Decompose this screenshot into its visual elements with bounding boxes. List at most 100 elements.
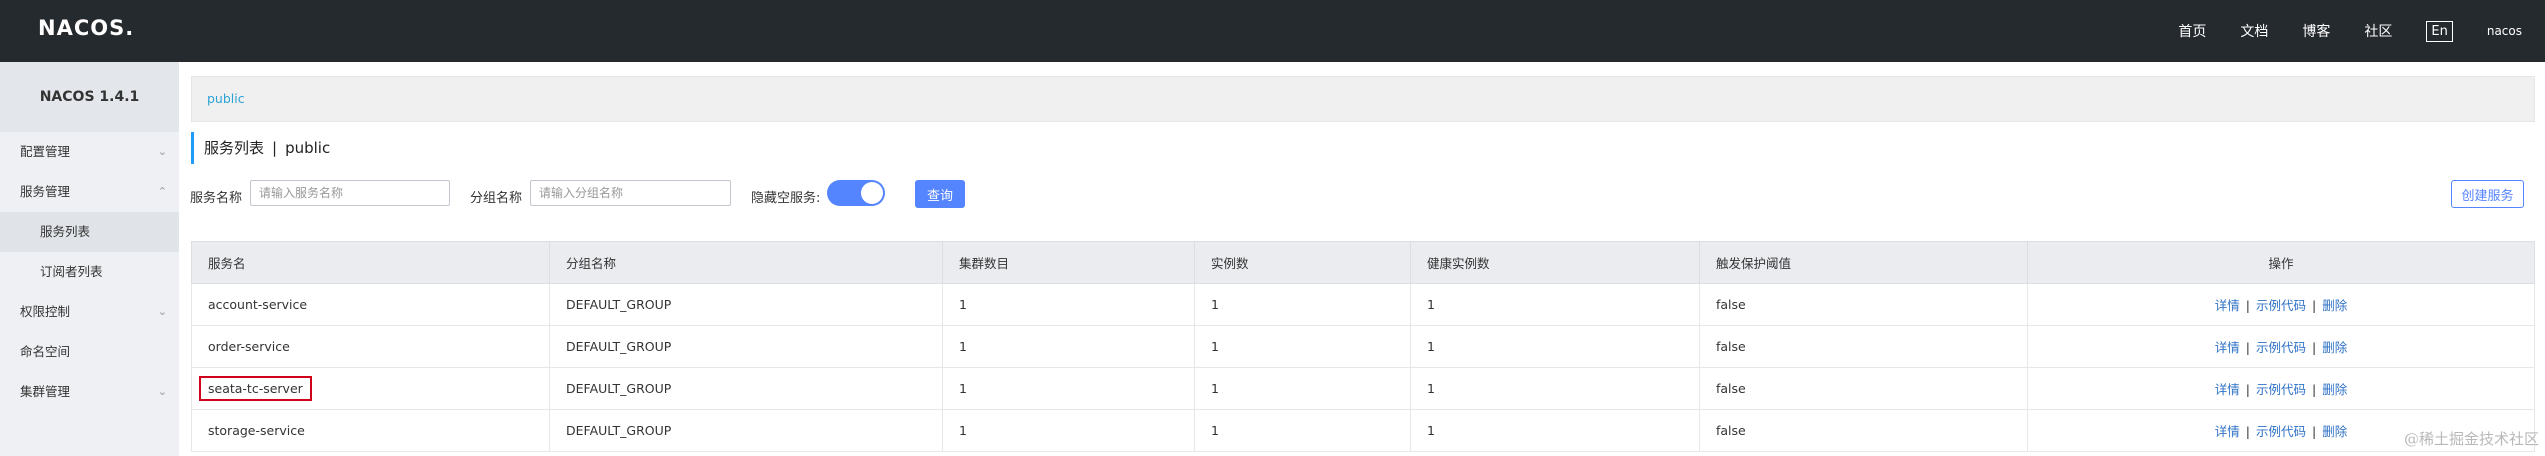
- op-separator: |: [2312, 340, 2317, 355]
- cell-operations: 详情 | 示例代码 | 删除: [2027, 325, 2535, 368]
- cell-protect-threshold: false: [1699, 325, 2028, 368]
- cell-protect-threshold: false: [1699, 409, 2028, 452]
- hide-empty-label: 隐藏空服务:: [751, 191, 821, 206]
- page-title-text: 服务列表: [204, 139, 265, 157]
- col-operations: 操作: [2027, 241, 2535, 284]
- cell-instance-count: 1: [1194, 325, 1411, 368]
- cell-instance-count: 1: [1194, 367, 1411, 410]
- service-table: 服务名 分组名称 集群数目 实例数 健康实例数 触发保护阈值 操作 accoun…: [191, 241, 2535, 452]
- cell-healthy-count: 1: [1410, 367, 1700, 410]
- sample-code-link[interactable]: 示例代码: [2256, 340, 2306, 355]
- cell-cluster-count: 1: [942, 283, 1195, 326]
- detail-link[interactable]: 详情: [2215, 298, 2240, 313]
- top-nav: 首页 文档 博客 社区 En nacos: [2178, 0, 2545, 62]
- sidebar-item-label: 集群管理: [20, 384, 71, 399]
- chevron-down-icon: ⌄: [157, 145, 167, 158]
- page-title-namespace: public: [285, 139, 331, 157]
- col-protect-threshold: 触发保护阈值: [1699, 241, 2028, 284]
- hide-empty-toggle[interactable]: [827, 180, 885, 206]
- cell-cluster-count: 1: [942, 367, 1195, 410]
- op-separator: |: [2312, 382, 2317, 397]
- cell-service-name: account-service: [191, 283, 550, 326]
- cell-group-name: DEFAULT_GROUP: [549, 409, 943, 452]
- chevron-down-icon: ⌄: [157, 385, 167, 398]
- create-service-button[interactable]: 创建服务: [2451, 180, 2524, 208]
- sidebar-item-service[interactable]: 服务管理 ⌃: [0, 172, 179, 212]
- nav-home[interactable]: 首页: [2178, 21, 2206, 41]
- op-separator: |: [2245, 298, 2250, 313]
- cell-cluster-count: 1: [942, 409, 1195, 452]
- group-name-input[interactable]: [530, 180, 731, 206]
- table-row: storage-service DEFAULT_GROUP 1 1 1 fals…: [191, 409, 2535, 452]
- op-separator: |: [2312, 298, 2317, 313]
- filter-bar: 服务名称 分组名称 隐藏空服务: 查询 创建服务: [190, 180, 2534, 210]
- sidebar-item-cluster[interactable]: 集群管理 ⌄: [0, 372, 179, 412]
- cell-service-name: storage-service: [191, 409, 550, 452]
- watermark: @稀土掘金技术社区: [2403, 430, 2539, 448]
- sidebar-version: NACOS 1.4.1: [0, 62, 179, 132]
- op-separator: |: [2312, 424, 2317, 439]
- delete-link[interactable]: 删除: [2322, 340, 2347, 355]
- cell-operations: 详情 | 示例代码 | 删除: [2027, 283, 2535, 326]
- top-header: NACOS. 首页 文档 博客 社区 En nacos: [0, 0, 2545, 62]
- sidebar-item-subscriber-list[interactable]: 订阅者列表: [0, 252, 179, 292]
- col-group-name: 分组名称: [549, 241, 943, 284]
- col-healthy-count: 健康实例数: [1410, 241, 1700, 284]
- op-separator: |: [2245, 340, 2250, 355]
- chevron-up-icon: ⌃: [157, 185, 167, 198]
- cell-instance-count: 1: [1194, 409, 1411, 452]
- sidebar-item-auth[interactable]: 权限控制 ⌄: [0, 292, 179, 332]
- sidebar-item-label: 配置管理: [20, 144, 71, 159]
- sidebar-item-label: 命名空间: [20, 344, 71, 359]
- col-instance-count: 实例数: [1194, 241, 1411, 284]
- cell-group-name: DEFAULT_GROUP: [549, 283, 943, 326]
- cell-healthy-count: 1: [1410, 409, 1700, 452]
- sample-code-link[interactable]: 示例代码: [2256, 298, 2306, 313]
- query-button[interactable]: 查询: [915, 180, 965, 208]
- group-name-label: 分组名称: [470, 191, 523, 206]
- col-cluster-count: 集群数目: [942, 241, 1195, 284]
- page-title: 服务列表 | public: [191, 132, 330, 164]
- page-title-separator: |: [272, 139, 278, 157]
- cell-operations: 详情 | 示例代码 | 删除: [2027, 367, 2535, 410]
- sidebar-item-service-list[interactable]: 服务列表: [0, 212, 179, 252]
- detail-link[interactable]: 详情: [2215, 382, 2240, 397]
- cell-healthy-count: 1: [1410, 283, 1700, 326]
- delete-link[interactable]: 删除: [2322, 424, 2347, 439]
- highlighted-service-name: seata-tc-server: [199, 376, 312, 401]
- sample-code-link[interactable]: 示例代码: [2256, 382, 2306, 397]
- sidebar-item-config[interactable]: 配置管理 ⌄: [0, 132, 179, 172]
- delete-link[interactable]: 删除: [2322, 382, 2347, 397]
- nacos-logo[interactable]: NACOS.: [38, 16, 134, 40]
- toggle-knob: [861, 182, 883, 204]
- sample-code-link[interactable]: 示例代码: [2256, 424, 2306, 439]
- sidebar-item-namespace[interactable]: 命名空间: [0, 332, 179, 372]
- delete-link[interactable]: 删除: [2322, 298, 2347, 313]
- col-service-name: 服务名: [191, 241, 550, 284]
- sidebar-item-label: 权限控制: [20, 304, 71, 319]
- nav-docs[interactable]: 文档: [2240, 21, 2268, 41]
- user-name[interactable]: nacos: [2487, 24, 2522, 38]
- op-separator: |: [2245, 424, 2250, 439]
- detail-link[interactable]: 详情: [2215, 340, 2240, 355]
- namespace-public-link[interactable]: public: [207, 91, 245, 106]
- language-toggle-button[interactable]: En: [2426, 20, 2453, 42]
- namespace-bar: public: [191, 76, 2535, 122]
- op-separator: |: [2245, 382, 2250, 397]
- sidebar: NACOS 1.4.1 配置管理 ⌄ 服务管理 ⌃ 服务列表 订阅者列表 权限控…: [0, 62, 179, 456]
- cell-instance-count: 1: [1194, 283, 1411, 326]
- cell-cluster-count: 1: [942, 325, 1195, 368]
- cell-service-name: order-service: [191, 325, 550, 368]
- cell-service-name: seata-tc-server: [191, 367, 550, 410]
- chevron-down-icon: ⌄: [157, 305, 167, 318]
- service-name-label: 服务名称: [190, 191, 243, 206]
- cell-group-name: DEFAULT_GROUP: [549, 325, 943, 368]
- main-content: public 服务列表 | public 服务名称 分组名称 隐藏空服务: 查询 创…: [179, 62, 2545, 456]
- detail-link[interactable]: 详情: [2215, 424, 2240, 439]
- nav-blog[interactable]: 博客: [2302, 21, 2330, 41]
- nav-community[interactable]: 社区: [2364, 21, 2392, 41]
- service-name-input[interactable]: [250, 180, 450, 206]
- table-header-row: 服务名 分组名称 集群数目 实例数 健康实例数 触发保护阈值 操作: [191, 241, 2535, 284]
- cell-healthy-count: 1: [1410, 325, 1700, 368]
- cell-protect-threshold: false: [1699, 367, 2028, 410]
